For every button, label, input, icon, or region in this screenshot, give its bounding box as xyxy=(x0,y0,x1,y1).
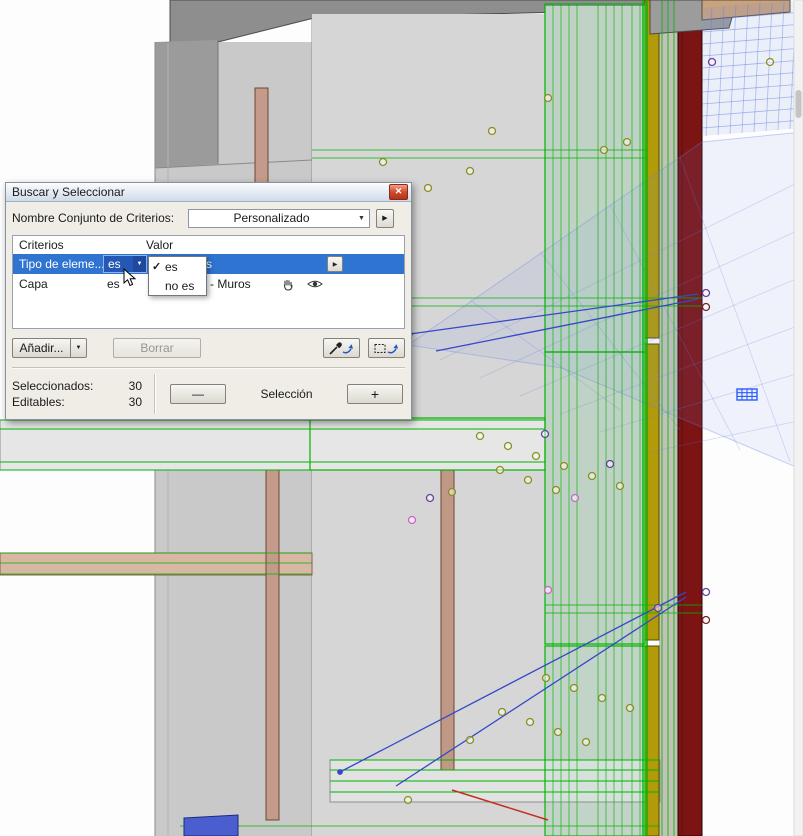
right-arrow-icon: ▶ xyxy=(382,215,388,222)
eyedropper-icon xyxy=(328,341,353,355)
hand-icon xyxy=(283,279,293,291)
selection-stats: Seleccionados: 30 Editables: 30 xyxy=(12,378,148,410)
criteria-set-value: Personalizado xyxy=(233,211,310,225)
criteria-set-row: Nombre Conjunto de Criterios: Personaliz… xyxy=(12,207,405,229)
dialog-body: Nombre Conjunto de Criterios: Personaliz… xyxy=(6,202,411,419)
editable-label: Editables: xyxy=(12,395,65,409)
table-header: Criterios Valor xyxy=(13,236,404,254)
chevron-down-icon[interactable]: ▼ xyxy=(70,338,87,358)
dialog-title: Buscar y Seleccionar xyxy=(12,185,125,199)
table-row-element-type[interactable]: Tipo de eleme... es ▼ s ▶ xyxy=(13,254,404,274)
criteria-name: Tipo de eleme... xyxy=(19,257,103,271)
close-button[interactable]: ✕ xyxy=(389,184,408,200)
selected-count: 30 xyxy=(128,379,142,393)
criteria-name: Capa xyxy=(19,277,48,291)
table-buttons-row: Añadir... ▼ Borrar xyxy=(12,337,405,359)
select-button[interactable]: + xyxy=(347,384,403,404)
find-select-dialog: Buscar y Seleccionar ✕ Nombre Conjunto d… xyxy=(5,182,412,420)
criteria-table: Criterios Valor Tipo de eleme... es ▼ s … xyxy=(12,235,405,329)
selection-label: Selección xyxy=(260,387,313,401)
row-flyout-button[interactable]: ▶ xyxy=(327,256,343,272)
col-header-criterios: Criterios xyxy=(19,238,64,252)
scrollbar-thumb[interactable] xyxy=(795,90,802,118)
marquee-icon xyxy=(374,343,398,353)
criteria-set-flyout-button[interactable]: ▶ xyxy=(376,208,394,228)
add-button[interactable]: Añadir... ▼ xyxy=(12,338,87,358)
menu-item-no-es[interactable]: no es xyxy=(149,276,206,295)
deselect-button[interactable]: — xyxy=(170,384,226,404)
menu-item-label: no es xyxy=(165,278,195,293)
marquee-criteria-button[interactable] xyxy=(368,338,405,358)
table-row-layer[interactable]: Capa es - Muros xyxy=(13,274,404,294)
check-icon: ✓ xyxy=(152,261,162,273)
blue-beam xyxy=(183,814,239,836)
col-header-valor: Valor xyxy=(146,238,174,252)
vertical-separator xyxy=(154,374,156,414)
pick-criteria-button[interactable] xyxy=(323,338,360,358)
chevron-down-icon: ▼ xyxy=(358,214,365,222)
criteria-set-combo[interactable]: Personalizado ▼ xyxy=(188,208,370,228)
pick-buttons xyxy=(323,338,405,358)
operator-dropdown-menu: ✓ es no es xyxy=(148,256,207,296)
add-button-label[interactable]: Añadir... xyxy=(12,338,70,358)
dialog-titlebar[interactable]: Buscar y Seleccionar ✕ xyxy=(6,183,411,202)
dialog-footer: Seleccionados: 30 Editables: 30 — Selecc… xyxy=(12,374,405,414)
mouse-cursor xyxy=(123,268,137,287)
eye-icon xyxy=(307,280,323,288)
criteria-value: - Muros xyxy=(210,277,251,291)
editable-count: 30 xyxy=(128,395,142,409)
selected-label: Seleccionados: xyxy=(12,379,94,393)
criteria-set-label: Nombre Conjunto de Criterios: xyxy=(12,211,175,225)
menu-item-label: es xyxy=(165,259,178,274)
delete-button[interactable]: Borrar xyxy=(113,338,201,358)
separator xyxy=(12,367,405,369)
layer-status-icons xyxy=(281,278,323,291)
menu-item-es[interactable]: ✓ es xyxy=(149,257,206,276)
right-arrow-icon: ▶ xyxy=(332,261,338,268)
close-icon: ✕ xyxy=(394,186,403,196)
scrollbar[interactable] xyxy=(793,0,803,836)
